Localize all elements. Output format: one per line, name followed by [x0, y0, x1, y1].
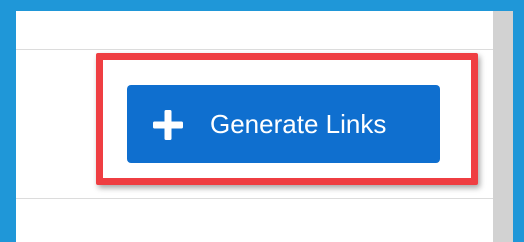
window-frame-top	[0, 0, 524, 11]
window-frame-right	[513, 0, 524, 242]
generate-links-label: Generate Links	[210, 109, 387, 139]
generate-links-button[interactable]: Generate Links	[127, 85, 440, 163]
divider	[16, 49, 493, 50]
divider	[16, 198, 493, 199]
plus-icon	[153, 110, 183, 140]
vertical-scrollbar[interactable]	[493, 11, 513, 242]
window-frame-left	[0, 0, 16, 242]
app-window: Generate Links	[0, 0, 524, 242]
